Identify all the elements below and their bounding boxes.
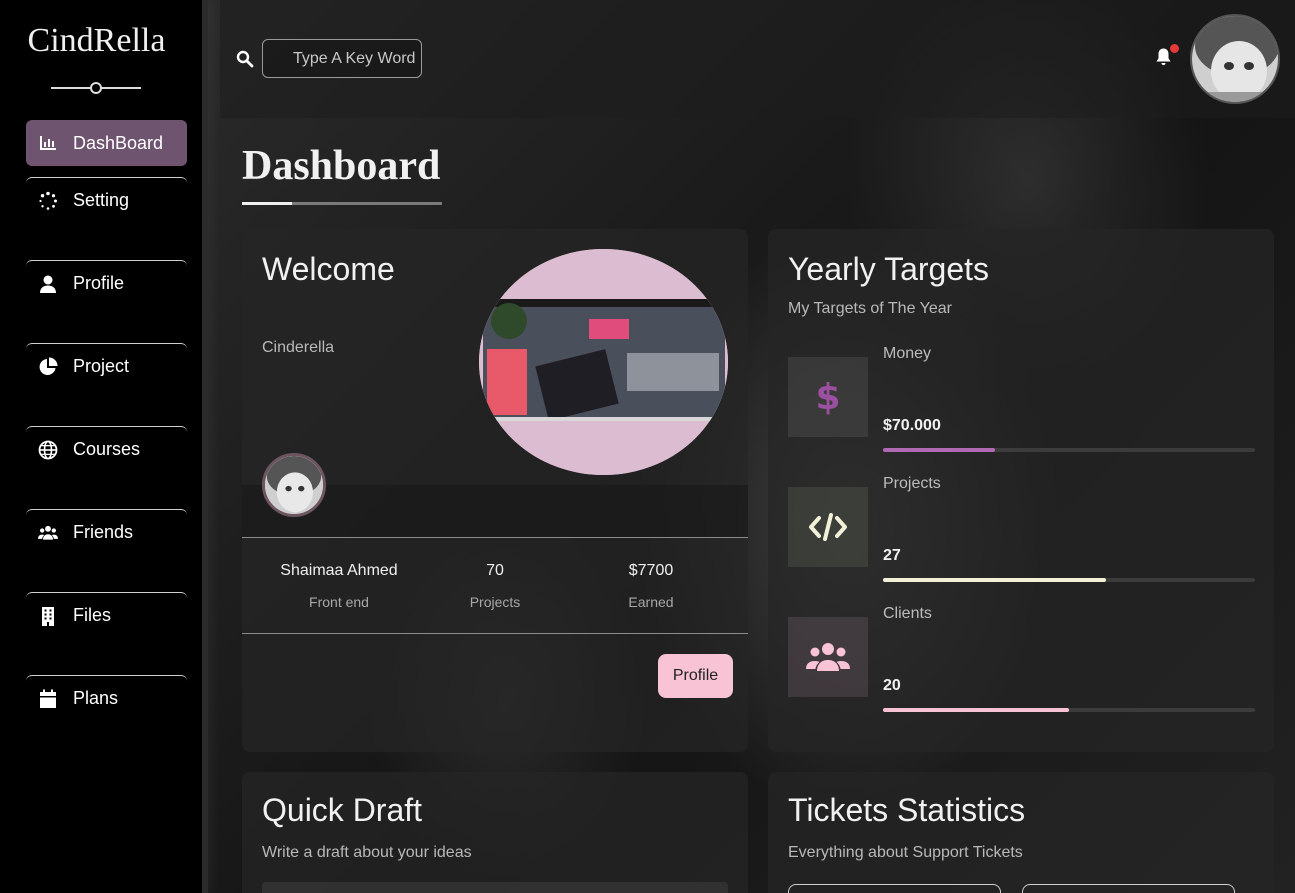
- sidebar-item-label: Files: [73, 605, 112, 625]
- welcome-card: Welcome Cinderella Shaimaa Ahmed Front e…: [242, 229, 748, 752]
- target-progress-track: [883, 578, 1255, 582]
- sidebar-item-profile[interactable]: Profile: [26, 260, 187, 306]
- ticket-stat-box: [1022, 884, 1235, 893]
- pie-chart-icon: [38, 357, 58, 377]
- sidebar-item-setting[interactable]: Setting: [26, 177, 187, 223]
- target-progress-fill: [883, 578, 1107, 582]
- welcome-stats: Shaimaa Ahmed Front end 70 Projects $770…: [242, 537, 748, 634]
- user-icon: [38, 274, 58, 294]
- target-label: Clients: [883, 605, 932, 622]
- sidebar-item-courses[interactable]: Courses: [26, 426, 187, 472]
- sidebar-item-files[interactable]: Files: [26, 592, 187, 638]
- search-icon[interactable]: [236, 50, 254, 68]
- draft-input[interactable]: [262, 882, 728, 893]
- draft-subtitle: Write a draft about your ideas: [262, 844, 472, 861]
- targets-title: Yearly Targets: [788, 251, 990, 287]
- user-avatar[interactable]: [1190, 14, 1280, 104]
- sidebar-item-label: Courses: [73, 439, 141, 459]
- sidebar-item-label: Friends: [73, 522, 134, 542]
- welcome-avatar: [262, 453, 326, 517]
- code-icon: [809, 513, 847, 541]
- users-icon: [806, 643, 850, 671]
- calendar-icon: [38, 689, 58, 709]
- sidebar-item-label: Project: [73, 356, 130, 376]
- stat-label: Earned: [628, 594, 674, 610]
- tickets-subtitle: Everything about Support Tickets: [788, 844, 1023, 861]
- yearly-targets-card: Yearly Targets My Targets of The Year $ …: [768, 229, 1274, 752]
- target-progress-track: [883, 448, 1255, 452]
- sidebar-item-friends[interactable]: Friends: [26, 509, 187, 555]
- sidebar-item-label: Profile: [73, 273, 125, 293]
- building-icon: [38, 606, 58, 626]
- stat-value: $7700: [628, 562, 674, 579]
- target-label: Projects: [883, 475, 941, 492]
- welcome-title: Welcome: [262, 251, 395, 287]
- target-value: $70.000: [883, 417, 941, 434]
- notification-badge: [1170, 44, 1179, 53]
- target-value: 27: [883, 547, 901, 564]
- stat-projects: 70 Projects: [417, 562, 573, 610]
- stat-value: Shaimaa Ahmed: [280, 562, 398, 579]
- logo-underline-dot: [90, 82, 102, 94]
- stat-value: 70: [486, 562, 504, 579]
- stat-label: Front end: [309, 594, 369, 610]
- stat-earned: $7700 Earned: [573, 562, 729, 610]
- tickets-title: Tickets Statistics: [788, 792, 1026, 828]
- globe-icon: [38, 440, 58, 460]
- welcome-subtitle: Cinderella: [262, 339, 335, 356]
- target-progress-fill: [883, 708, 1069, 712]
- target-progress-track: [883, 708, 1255, 712]
- users-icon: [38, 523, 58, 543]
- welcome-image: [479, 249, 728, 475]
- tickets-statistics-card: Tickets Statistics Everything about Supp…: [768, 772, 1274, 893]
- target-progress-fill: [883, 448, 995, 452]
- sidebar-item-label: DashBoard: [73, 132, 164, 153]
- sidebar-item-label: Setting: [73, 190, 130, 210]
- title-underline-highlight: [242, 202, 292, 205]
- sidebar: CindRella DashBoard Setting Profile Proj…: [0, 0, 208, 893]
- spinner-icon: [38, 191, 58, 211]
- chart-bar-icon: [38, 133, 58, 153]
- brand-logo: CindRella: [27, 22, 166, 59]
- stat-name: Shaimaa Ahmed Front end: [261, 562, 417, 610]
- draft-title: Quick Draft: [262, 792, 423, 828]
- target-label: Money: [883, 345, 932, 362]
- target-projects-icon-box: [788, 487, 868, 567]
- stat-label: Projects: [469, 594, 521, 610]
- sidebar-item-plans[interactable]: Plans: [26, 675, 187, 721]
- sidebar-item-project[interactable]: Project: [26, 343, 187, 389]
- page-title: Dashboard: [242, 143, 441, 189]
- search-input[interactable]: [262, 39, 422, 78]
- targets-subtitle: My Targets of The Year: [788, 300, 952, 317]
- sidebar-item-label: Plans: [73, 688, 119, 708]
- target-clients-icon-box: [788, 617, 868, 697]
- target-money-icon-box: $: [788, 357, 868, 437]
- dollar-icon: $: [815, 376, 841, 418]
- profile-button[interactable]: Profile: [658, 654, 733, 698]
- target-value: 20: [883, 677, 901, 694]
- ticket-stat-box: [788, 884, 1001, 893]
- quick-draft-card: Quick Draft Write a draft about your ide…: [242, 772, 748, 893]
- sidebar-item-dashboard[interactable]: DashBoard: [26, 120, 187, 166]
